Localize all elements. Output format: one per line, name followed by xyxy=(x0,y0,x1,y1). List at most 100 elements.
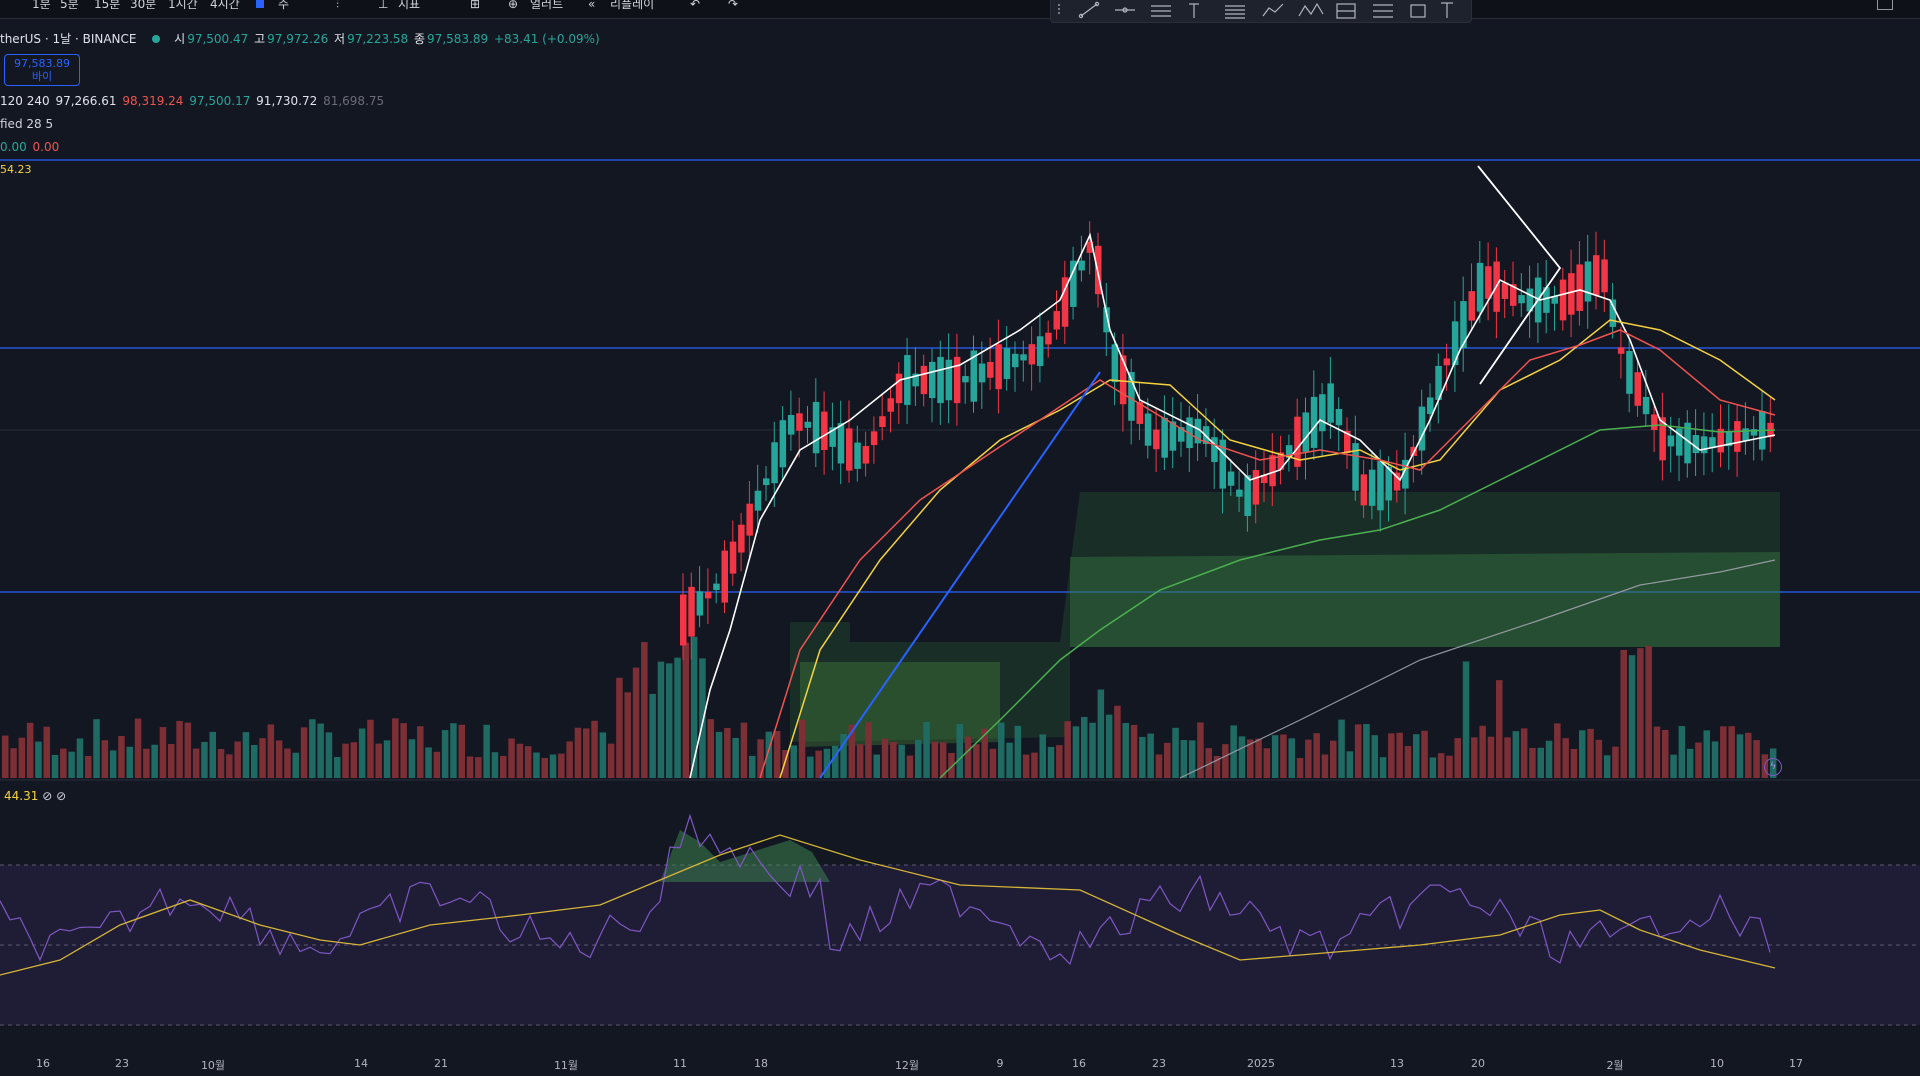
price-chart[interactable] xyxy=(0,22,1920,1052)
candle-body xyxy=(796,413,803,431)
interval-4h[interactable]: 4시간 xyxy=(210,0,240,18)
volume-bar xyxy=(1454,738,1461,778)
volume-bar xyxy=(226,754,233,778)
candle-body xyxy=(1418,406,1426,451)
drawing-tools-icons[interactable] xyxy=(1051,0,1471,22)
maximize-icon[interactable] xyxy=(1877,0,1893,10)
volume-bar xyxy=(1587,728,1594,778)
candle-body xyxy=(1468,291,1475,321)
volume-bar xyxy=(168,743,175,778)
candle-body xyxy=(1244,475,1251,516)
volume-bar xyxy=(1620,649,1627,778)
volume-bar xyxy=(101,740,109,778)
indicators-button[interactable]: 지표 xyxy=(398,0,420,18)
interval-15m[interactable]: 15분 xyxy=(94,0,120,18)
volume-bar xyxy=(832,745,839,778)
eye-off-icon[interactable]: ⊘ xyxy=(42,789,52,803)
volume-bar xyxy=(1288,738,1295,778)
alert-icon[interactable]: ⊕ xyxy=(508,0,518,18)
candle-body xyxy=(688,586,695,637)
volume-bar xyxy=(541,757,548,778)
volume-bar xyxy=(1437,753,1445,778)
candle-body xyxy=(854,442,861,469)
volume-bar xyxy=(815,750,822,778)
candle-body xyxy=(962,376,969,383)
candle-body xyxy=(1584,261,1592,302)
redo-icon[interactable]: ↷ xyxy=(728,0,738,18)
interval-1m[interactable]: 1분 xyxy=(32,0,51,18)
volume-bar xyxy=(657,661,665,778)
volume-bar xyxy=(458,724,465,778)
volume-bar xyxy=(433,751,441,778)
volume-bar xyxy=(1379,757,1387,778)
candle-body xyxy=(1144,413,1152,446)
volume-bar xyxy=(1139,736,1146,778)
x-tick: 10월 xyxy=(200,1059,226,1072)
candle-body xyxy=(929,361,936,399)
lightning-icon[interactable]: ϟ xyxy=(1764,758,1782,776)
volume-bar xyxy=(350,742,358,778)
candle-body xyxy=(1111,344,1119,383)
volume-bar xyxy=(1031,752,1038,778)
candle-body xyxy=(696,591,704,616)
volume-bar xyxy=(583,728,590,778)
candle-body xyxy=(887,398,894,412)
candle-body xyxy=(746,503,753,536)
candle-body xyxy=(1003,348,1011,379)
candle-body xyxy=(1742,428,1749,441)
volume-bar xyxy=(1280,734,1287,778)
volume-bar xyxy=(890,741,897,778)
volume-bar xyxy=(383,740,391,778)
indicators-icon[interactable]: ⊥ xyxy=(378,0,388,18)
candle-body xyxy=(937,356,944,404)
volume-bar xyxy=(1238,736,1246,778)
alert-button[interactable]: 얼러트 xyxy=(530,0,563,18)
interval-1h[interactable]: 1시간 xyxy=(168,0,198,18)
volume-bar xyxy=(267,724,275,778)
volume-bar xyxy=(292,752,299,778)
volume-bar xyxy=(1637,648,1644,778)
replay-icon[interactable]: « xyxy=(588,0,595,18)
candle-body xyxy=(1576,264,1583,311)
layouts-icon[interactable]: ⊞ xyxy=(470,0,480,18)
volume-bar xyxy=(43,726,50,778)
volume-bar xyxy=(749,755,756,778)
volume-bar xyxy=(915,739,922,778)
volume-bar xyxy=(259,738,266,778)
volume-bar xyxy=(707,719,714,778)
volume-bar xyxy=(1612,746,1619,778)
interval-weekly[interactable]: 주 xyxy=(278,0,289,18)
candle-body xyxy=(1036,336,1044,367)
undo-icon[interactable]: ↶ xyxy=(690,0,700,18)
volume-bar xyxy=(1072,726,1080,778)
interval-30m[interactable]: 30분 xyxy=(130,0,156,18)
volume-bar xyxy=(1296,757,1304,778)
candle-body xyxy=(870,431,878,446)
eye-off-icon[interactable]: ⊘ xyxy=(56,789,66,803)
volume-bar xyxy=(1105,714,1113,778)
volume-bar xyxy=(425,747,432,778)
volume-bar xyxy=(1554,723,1561,778)
candle-body xyxy=(1568,273,1575,315)
candle-body xyxy=(1476,262,1484,312)
candle-body xyxy=(904,355,911,405)
chart-type-icon[interactable]: ⫶ xyxy=(336,0,339,18)
volume-bar xyxy=(1703,730,1710,778)
replay-button[interactable]: 리플레이 xyxy=(610,0,654,18)
volume-bar xyxy=(1745,732,1752,778)
volume-bar xyxy=(1255,738,1262,778)
volume-bar xyxy=(367,719,374,778)
volume-bar xyxy=(325,732,333,778)
x-tick: 10 xyxy=(1710,1057,1724,1070)
volume-bar xyxy=(1487,736,1495,778)
candle-body xyxy=(1634,372,1641,406)
volume-bar xyxy=(118,735,125,778)
candle-body xyxy=(713,583,720,590)
drawing-toolbar xyxy=(1050,0,1472,23)
candle-body xyxy=(1119,355,1127,405)
candle-body xyxy=(779,420,787,468)
candle-body xyxy=(1028,344,1036,365)
candle-body xyxy=(1012,353,1019,368)
volume-bar xyxy=(740,722,748,778)
interval-5m[interactable]: 5분 xyxy=(60,0,79,18)
